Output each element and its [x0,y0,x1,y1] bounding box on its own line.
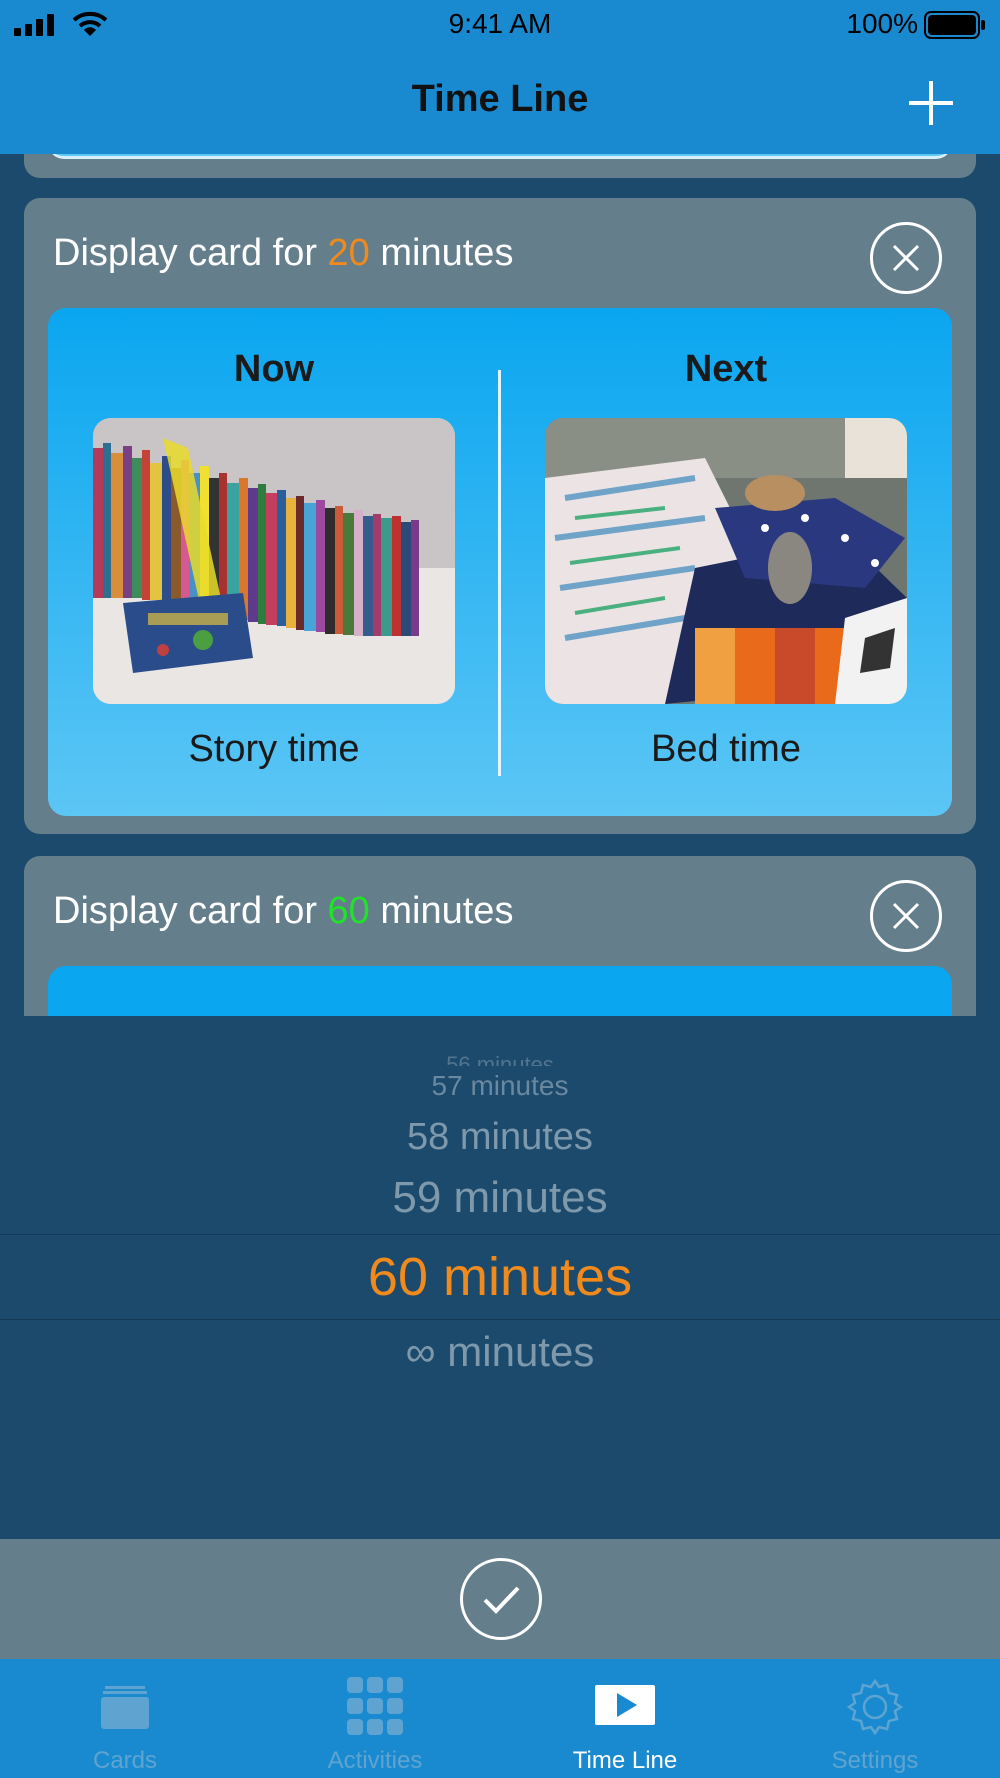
gear-icon [846,1678,904,1736]
timeline-card: Display card for 60 minutes [24,856,976,1016]
plus-icon[interactable] [905,77,957,129]
next-title: Next [684,348,768,390]
tab-cards[interactable]: Cards [0,1659,250,1778]
remove-card-button[interactable] [870,880,942,952]
confirm-button[interactable] [460,1558,542,1640]
timeline-card: Display card for 20 minutes Now Next Sto… [24,198,976,834]
display-duration-label[interactable]: Display card for 20 minutes [53,232,513,275]
activity-pair-panel[interactable] [48,966,952,1016]
now-title: Now [233,348,315,390]
display-duration-label[interactable]: Display card for 60 minutes [53,890,513,933]
navigation-bar: Time Line [0,50,1000,154]
column-divider [498,370,501,776]
picker-option[interactable]: 59 minutes [0,1173,1000,1223]
tab-label: Cards [92,1747,158,1774]
close-icon [892,244,920,272]
picker-option[interactable]: 57 minutes [0,1070,1000,1102]
bed-time-photo[interactable] [545,418,907,704]
battery-icon [924,11,985,39]
duration-prefix: Display card for [53,232,328,274]
tab-activities[interactable]: Activities [250,1659,500,1778]
story-time-photo[interactable] [93,418,455,704]
cards-icon [101,1686,149,1729]
page-title: Time Line [411,78,589,120]
next-activity-label: Bed time [651,728,801,770]
activity-pair-panel [48,154,952,159]
duration-suffix: minutes [369,890,514,932]
grid-icon [347,1677,403,1735]
tab-label: Settings [831,1747,919,1774]
tab-label: Activities [327,1747,423,1774]
status-bar: 9:41 AM 100% [0,0,1000,50]
now-activity-label: Story time [188,728,360,770]
duration-value[interactable]: 20 [328,232,370,274]
close-icon [892,902,920,930]
timeline-list[interactable]: Display card for 20 minutes Now Next Sto… [0,154,1000,1016]
bookshelf-image [93,418,455,704]
activity-pair-panel[interactable]: Now Next Story time Bed time [48,308,952,816]
checkmark-icon [483,1586,520,1614]
picker-option[interactable]: ∞ minutes [0,1328,1000,1376]
remove-card-button[interactable] [870,222,942,294]
tab-settings[interactable]: Settings [750,1659,1000,1778]
tab-time-line[interactable]: Time Line [500,1659,750,1778]
picker-selected-option[interactable]: 60 minutes [0,1246,1000,1308]
play-icon [595,1685,655,1725]
duration-suffix: minutes [369,232,514,274]
picker-option[interactable]: 58 minutes [0,1116,1000,1159]
picker-option[interactable]: 56 minutes [0,1052,1000,1066]
tab-label: Time Line [572,1747,678,1774]
battery-percentage: 100% [846,8,918,39]
bed-image [545,418,907,704]
duration-prefix: Display card for [53,890,328,932]
timeline-card-previous [24,154,976,178]
duration-picker[interactable]: 56 minutes 57 minutes 58 minutes 59 minu… [0,1016,1000,1539]
tab-bar: Cards Activities Time Line Settings [0,1659,1000,1778]
confirm-bar [0,1539,1000,1659]
duration-value[interactable]: 60 [328,890,370,932]
